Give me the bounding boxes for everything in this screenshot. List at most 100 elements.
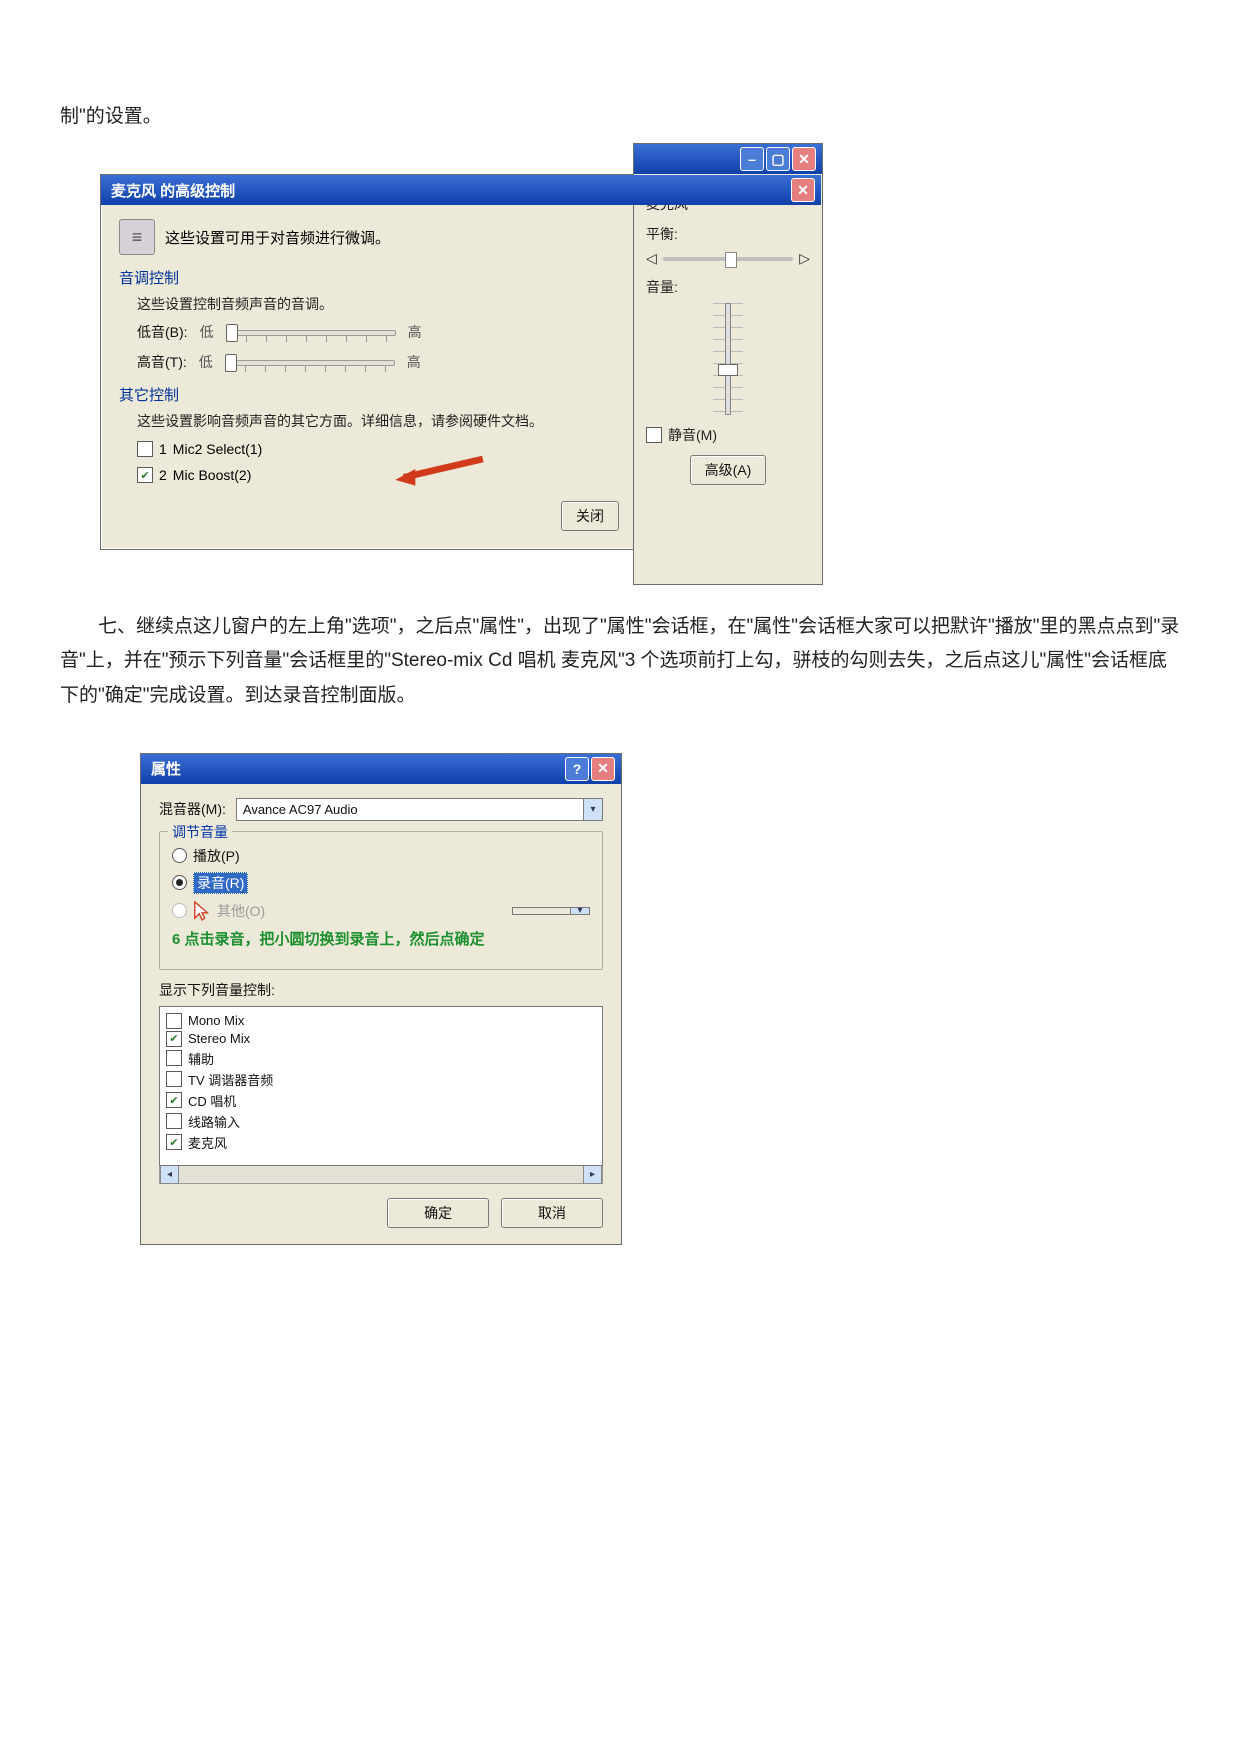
annotation-note: 6 点击录音，把小圆切换到录音上，然后点确定 xyxy=(172,928,590,949)
playback-label: 播放(P) xyxy=(193,846,240,866)
checkbox-icon xyxy=(137,441,153,457)
other-radio: 其他(O) ▾ xyxy=(172,900,590,922)
radio-icon xyxy=(172,875,187,890)
mixer-select[interactable]: Avance AC97 Audio ▾ xyxy=(236,798,603,821)
radio-icon xyxy=(172,848,187,863)
volume-slider[interactable] xyxy=(713,303,743,413)
checkbox-icon xyxy=(646,427,662,443)
tone-section-title: 音调控制 xyxy=(119,267,619,288)
close-icon[interactable]: ✕ xyxy=(591,757,615,781)
scroll-left-icon[interactable]: ◂ xyxy=(160,1165,179,1184)
record-radio[interactable]: 录音(R) xyxy=(172,872,590,894)
help-icon[interactable]: ? xyxy=(565,757,589,781)
balance-slider[interactable]: ◁ ▷ xyxy=(646,250,810,267)
treble-slider-row: 高音(T): 低 高 xyxy=(137,352,619,372)
treble-slider[interactable] xyxy=(225,352,395,372)
figure-properties-dialog: 属性 ? ✕ 混音器(M): Avance AC97 Audio ▾ 调节音量 xyxy=(100,753,1180,1245)
list-item[interactable]: 线路输入 xyxy=(166,1112,596,1131)
checkbox-icon xyxy=(166,1071,182,1087)
record-label: 录音(R) xyxy=(193,872,248,894)
list-item[interactable]: 辅助 xyxy=(166,1049,596,1068)
ok-button[interactable]: 确定 xyxy=(387,1198,489,1228)
cancel-button[interactable]: 取消 xyxy=(501,1198,603,1228)
list-item[interactable]: ✔ Stereo Mix xyxy=(166,1031,596,1047)
list-item-label: 辅助 xyxy=(188,1049,214,1068)
playback-radio[interactable]: 播放(P) xyxy=(172,846,590,866)
low-label: 低 xyxy=(199,352,213,372)
advanced-button[interactable]: 高级(A) xyxy=(690,455,767,485)
checkbox-icon xyxy=(166,1013,182,1029)
list-item-label: CD 唱机 xyxy=(188,1091,236,1110)
checkbox-icon: ✔ xyxy=(137,467,153,483)
tone-section-desc: 这些设置控制音频声音的音调。 xyxy=(137,294,619,314)
advanced-mic-dialog: – ▢ ✕ 麦克风 平衡: ◁ ▷ 音量: xyxy=(100,174,822,550)
mic-boost-label: Mic Boost(2) xyxy=(173,467,252,483)
list-item[interactable]: ✔ CD 唱机 xyxy=(166,1091,596,1110)
balance-label: 平衡: xyxy=(646,224,810,244)
dialog1-intro: 这些设置可用于对音频进行微调。 xyxy=(165,227,390,248)
opt2-num: 2 xyxy=(159,467,167,483)
speaker-left-icon: ◁ xyxy=(646,250,657,267)
cursor-icon xyxy=(193,900,211,922)
scroll-right-icon[interactable]: ▸ xyxy=(583,1165,602,1184)
list-item[interactable]: TV 调谐器音频 xyxy=(166,1070,596,1089)
mic-volume-panel: – ▢ ✕ 麦克风 平衡: ◁ ▷ 音量: xyxy=(633,143,823,585)
dialog2-title: 属性 xyxy=(147,758,563,779)
list-item-label: 麦克风 xyxy=(188,1133,227,1152)
adjust-volume-title: 调节音量 xyxy=(168,822,232,842)
other-label: 其他(O) xyxy=(217,901,265,921)
other-section-desc: 这些设置影响音频声音的其它方面。详细信息，请参阅硬件文档。 xyxy=(137,411,619,431)
bass-slider-row: 低音(B): 低 高 xyxy=(137,322,619,342)
high-label: 高 xyxy=(407,352,421,372)
list-item-label: TV 调谐器音频 xyxy=(188,1070,273,1089)
mixer-value: Avance AC97 Audio xyxy=(243,802,358,817)
checkbox-icon: ✔ xyxy=(166,1031,182,1047)
mixer-row: 混音器(M): Avance AC97 Audio ▾ xyxy=(159,798,603,821)
low-label: 低 xyxy=(200,322,214,342)
list-item-label: Mono Mix xyxy=(188,1013,244,1028)
minimize-icon[interactable]: – xyxy=(740,147,764,171)
dropdown-icon: ▾ xyxy=(570,908,589,914)
mute-checkbox-row[interactable]: 静音(M) xyxy=(646,425,810,445)
volume-controls-list[interactable]: Mono Mix ✔ Stereo Mix 辅助 TV 调谐器音频 ✔ CD 唱机线路输入 ✔… xyxy=(159,1006,603,1166)
checkbox-icon xyxy=(166,1113,182,1129)
checkbox-icon xyxy=(166,1050,182,1066)
mic2-select-row[interactable]: 1 Mic2 Select(1) xyxy=(137,441,619,457)
checkbox-icon: ✔ xyxy=(166,1134,182,1150)
opt1-num: 1 xyxy=(159,441,167,457)
other-select: ▾ xyxy=(512,907,590,915)
dialog1-title: 麦克风 的高级控制 xyxy=(107,180,789,201)
bass-slider[interactable] xyxy=(226,322,396,342)
show-controls-label: 显示下列音量控制: xyxy=(159,980,603,1000)
radio-icon xyxy=(172,903,187,918)
audio-settings-icon: ≡ xyxy=(119,219,155,255)
high-label: 高 xyxy=(408,322,422,342)
close-icon[interactable]: ✕ xyxy=(792,147,816,171)
volume-label: 音量: xyxy=(646,277,810,297)
mic-panel-titlebar: – ▢ ✕ xyxy=(634,144,822,174)
list-item-label: 线路输入 xyxy=(188,1112,240,1131)
adjust-volume-group: 调节音量 播放(P) 录音(R) 其他(O) ▾ xyxy=(159,831,603,970)
list-item[interactable]: ✔ 麦克风 xyxy=(166,1133,596,1152)
dropdown-icon: ▾ xyxy=(583,799,602,820)
close-button[interactable]: 关闭 xyxy=(561,501,619,531)
bass-label: 低音(B): xyxy=(137,322,188,342)
speaker-right-icon: ▷ xyxy=(799,250,810,267)
other-section-title: 其它控制 xyxy=(119,384,619,405)
list-item[interactable]: Mono Mix xyxy=(166,1013,596,1029)
dialog1-titlebar: 麦克风 的高级控制 ✕ xyxy=(101,175,821,205)
annotation-arrow-icon xyxy=(387,449,487,489)
horizontal-scrollbar[interactable]: ◂ ▸ xyxy=(159,1165,603,1184)
mic2-select-label: Mic2 Select(1) xyxy=(173,441,262,457)
maximize-icon[interactable]: ▢ xyxy=(766,147,790,171)
mute-label: 静音(M) xyxy=(668,425,717,445)
paragraph-seven: 七、继续点这儿窗户的左上角"选项"，之后点"属性"，出现了"属性"会话框，在"属… xyxy=(60,610,1180,713)
mic-boost-row[interactable]: ✔ 2 Mic Boost(2) xyxy=(137,467,619,483)
checkbox-icon: ✔ xyxy=(166,1092,182,1108)
figure-advanced-mic-dialog: – ▢ ✕ 麦克风 平衡: ◁ ▷ 音量: xyxy=(100,174,1180,550)
dialog2-titlebar: 属性 ? ✕ xyxy=(141,754,621,784)
text-fragment-top: 制"的设置。 xyxy=(60,100,1180,134)
close-icon[interactable]: ✕ xyxy=(791,178,815,202)
list-item-label: Stereo Mix xyxy=(188,1031,250,1046)
treble-label: 高音(T): xyxy=(137,352,187,372)
